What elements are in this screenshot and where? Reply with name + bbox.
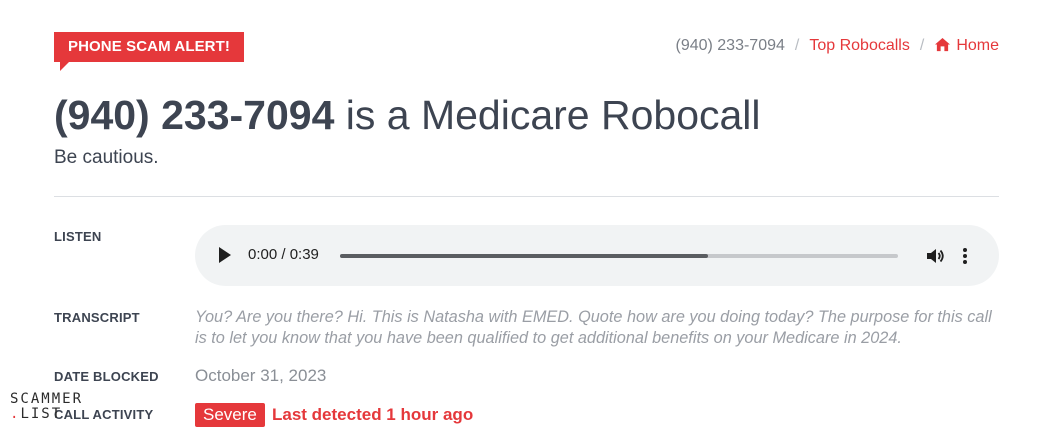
transcript-label: TRANSCRIPT bbox=[54, 310, 140, 325]
volume-icon[interactable] bbox=[925, 246, 945, 266]
play-icon[interactable] bbox=[219, 247, 231, 263]
severity-badge: Severe bbox=[195, 403, 265, 427]
scammer-list-watermark: SCAMMER .LIST bbox=[10, 392, 83, 422]
breadcrumb: (940) 233-7094 / Top Robocalls / Home bbox=[675, 37, 999, 55]
watermark-dot: . bbox=[10, 406, 21, 422]
title-rest: is a Medicare Robocall bbox=[334, 92, 761, 138]
divider bbox=[54, 196, 999, 197]
breadcrumb-phone: (940) 233-7094 bbox=[675, 37, 785, 54]
breadcrumb-separator: / bbox=[794, 37, 800, 54]
date-blocked-label: DATE BLOCKED bbox=[54, 369, 159, 384]
scam-alert-tag: PHONE SCAM ALERT! bbox=[54, 32, 244, 71]
page-title: (940) 233-7094 is a Medicare Robocall bbox=[54, 92, 761, 139]
audio-player[interactable]: 0:00 / 0:39 bbox=[195, 225, 999, 286]
breadcrumb-separator: / bbox=[919, 37, 925, 54]
phone-number: (940) 233-7094 bbox=[54, 92, 335, 138]
listen-label: LISTEN bbox=[54, 229, 102, 244]
watermark-line-1: SCAMMER bbox=[10, 391, 84, 407]
date-blocked-value: October 31, 2023 bbox=[195, 366, 327, 385]
audio-time: 0:00 / 0:39 bbox=[248, 246, 319, 263]
top-robocalls-link[interactable]: Top Robocalls bbox=[809, 37, 910, 55]
home-link[interactable]: Home bbox=[934, 37, 999, 55]
watermark-line-2: LIST bbox=[20, 406, 63, 422]
home-icon bbox=[935, 37, 951, 52]
page-subtitle: Be cautious. bbox=[54, 147, 159, 168]
audio-progress-track[interactable] bbox=[340, 254, 898, 258]
home-link-label: Home bbox=[956, 37, 999, 54]
audio-progress-fill bbox=[340, 254, 709, 258]
more-options-icon[interactable] bbox=[962, 245, 968, 267]
transcript-text: You? Are you there? Hi. This is Natasha … bbox=[195, 308, 992, 347]
last-detected: Last detected 1 hour ago bbox=[272, 405, 474, 424]
